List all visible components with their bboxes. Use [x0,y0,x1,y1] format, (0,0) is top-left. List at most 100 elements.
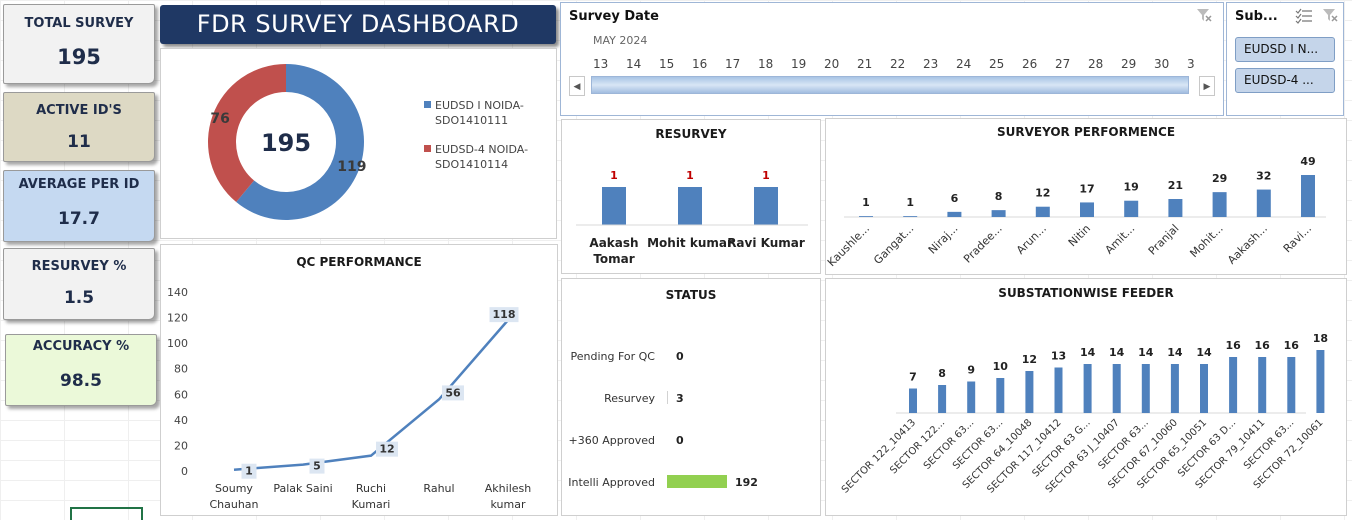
feeder-bar[interactable] [1287,357,1296,413]
qc-performance-panel[interactable]: QC PERFORMANCE 0 20 40 60 80 100 120 140 1 5 12 56 1… [160,244,558,516]
category-label: Rahul [423,482,454,495]
timeline-day[interactable]: 28 [1088,57,1103,71]
slicer-clear-filter-icon[interactable] [1321,6,1339,24]
feeder-bar[interactable] [1170,364,1179,413]
slicer-item-eudsd-4[interactable]: EUDSD-4 ... [1235,68,1335,93]
timeline-day[interactable]: 16 [692,57,707,71]
timeline-day[interactable]: 24 [956,57,971,71]
timeline-day[interactable]: 18 [758,57,773,71]
multi-select-icon[interactable] [1295,8,1313,24]
resurvey-bar[interactable] [754,187,778,225]
surveyor-bar[interactable] [1301,175,1315,217]
surveyor-performance-panel[interactable]: SURVEYOR PERFORMENCE 1 Kaushle... 1 Gangat.… [825,118,1347,275]
status-bar[interactable] [667,391,668,404]
resurvey-chart-panel[interactable]: RESURVEY 1 1 1 Aakash Tomar Mohit kumar Ravi K… [561,119,821,274]
surveyor-bar[interactable] [991,210,1006,217]
resurvey-bar[interactable] [602,187,626,225]
kpi-label: ACCURACY % [32,339,130,354]
feeder-bar[interactable] [1316,350,1325,413]
bar-data-label: 0 [676,434,684,447]
feeder-bar[interactable] [1112,364,1121,413]
bar-data-label: 3 [676,392,684,405]
slicer-item-eudsd-i[interactable]: EUDSD I N... [1235,37,1335,62]
surveyor-bar[interactable] [859,216,873,217]
bar-data-label: 14 [1196,346,1212,359]
category-label: Intelli Approved [568,476,655,489]
surveyor-bar[interactable] [1212,192,1227,217]
timeline-day[interactable]: 26 [1022,57,1037,71]
feeder-bar[interactable] [938,385,947,413]
status-panel[interactable]: STATUS Pending For QC 0 Resurvey 3 +360 Appr… [561,278,821,516]
survey-date-timeline[interactable]: Survey Date MAY 2024 13 14 15 16 17 18 19 20 21 2… [560,2,1224,116]
timeline-scroll-left[interactable]: ◀ [569,76,585,96]
kpi-average-per-id[interactable]: AVERAGE PER ID 17.7 [3,170,155,242]
kpi-value: 195 [57,45,101,69]
category-label: Resurvey [604,392,655,405]
timeline-day[interactable]: 23 [923,57,938,71]
kpi-resurvey-pct[interactable]: RESURVEY % 1.5 [3,248,155,320]
timeline-day[interactable]: 19 [791,57,806,71]
timeline-clear-filter-icon[interactable] [1195,6,1213,24]
surveyor-bar[interactable] [1035,206,1050,217]
timeline-day[interactable]: 20 [824,57,839,71]
timeline-title: Survey Date [569,9,659,24]
bar-data-label: 14 [1109,346,1125,359]
donut-center-label: 195 [261,129,311,157]
timeline-day[interactable]: 25 [989,57,1004,71]
kpi-value: 1.5 [63,288,95,308]
surveyor-bar[interactable] [1080,202,1094,217]
bar-data-label: 6 [951,192,959,205]
surveyor-bar[interactable] [1168,199,1183,217]
kpi-accuracy-pct[interactable]: ACCURACY % 98.5 [5,334,157,406]
bar-data-label: 21 [1168,179,1183,192]
bar-data-label: 1 [906,196,914,209]
feeder-bar[interactable] [1229,357,1238,413]
timeline-day[interactable]: 22 [890,57,905,71]
donut-chart-panel[interactable]: 119 76 195 EUDSD I NOIDA- SDO1410111 EUDSD-4 … [160,48,557,239]
kpi-total-survey[interactable]: TOTAL SURVEY 195 [3,4,155,84]
category-label: Kaushle... [826,222,872,269]
bar-data-label: 13 [1051,350,1066,363]
kpi-label: AVERAGE PER ID [18,177,140,192]
status-bar[interactable] [667,475,727,488]
timeline-day[interactable]: 14 [626,57,641,71]
kpi-value: 11 [67,132,91,152]
timeline-day[interactable]: 13 [593,57,608,71]
bar-data-label: 16 [1255,339,1271,352]
timeline-day[interactable]: 29 [1121,57,1136,71]
timeline-day[interactable]: 3 [1187,57,1195,71]
timeline-day[interactable]: 17 [725,57,740,71]
qc-series-line[interactable] [233,319,509,471]
surveyor-bar[interactable] [1124,200,1139,217]
resurvey-bar[interactable] [678,187,702,225]
timeline-day[interactable]: 30 [1154,57,1169,71]
kpi-active-ids[interactable]: ACTIVE ID'S 11 [3,92,155,162]
feeder-bar[interactable] [1200,364,1208,413]
surveyor-bar[interactable] [947,211,962,217]
surveyor-bar[interactable] [903,216,918,217]
bar-data-label: 12 [1035,187,1050,200]
feeder-bar[interactable] [996,378,1005,413]
substation-slicer[interactable]: Sub... EUDSD I N... EUDSD-4 ... [1226,2,1344,116]
substation-feeder-panel[interactable]: SUBSTATIONWISE FEEDER 7 SECTOR 122_10413 8… [825,278,1347,516]
bar-data-label: 1 [610,169,618,182]
bar-data-label: 14 [1138,346,1154,359]
timeline-day[interactable]: 15 [659,57,674,71]
timeline-scroll-right[interactable]: ▶ [1199,76,1215,96]
feeder-bar[interactable] [1141,364,1150,413]
feeder-bar[interactable] [909,388,917,414]
timeline-day[interactable]: 21 [857,57,872,71]
feeder-bar[interactable] [1083,364,1092,413]
surveyor-bar[interactable] [1256,189,1271,217]
y-tick-label: 20 [174,439,188,452]
timeline-selected-range[interactable] [591,76,1189,94]
feeder-bar[interactable] [967,381,976,414]
timeline-day[interactable]: 27 [1055,57,1070,71]
bar-data-label: 16 [1284,339,1300,352]
feeder-bar[interactable] [1025,371,1034,413]
bar-data-label: 14 [1080,346,1096,359]
category-label: Arun... [1014,222,1049,257]
feeder-bar[interactable] [1054,367,1063,414]
bar-data-label: 14 [1167,346,1183,359]
feeder-bar[interactable] [1258,357,1267,413]
